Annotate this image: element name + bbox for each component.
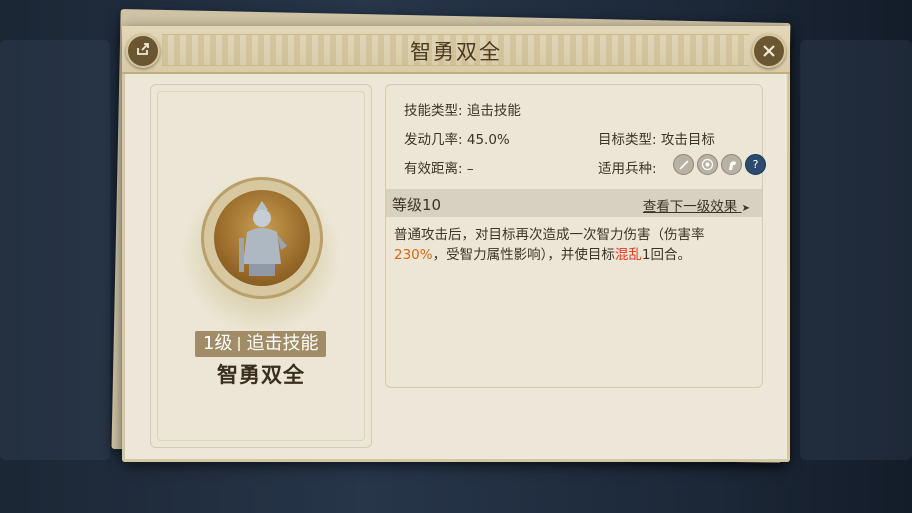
unit-type-icons: ?: [673, 154, 766, 175]
level-bar: 等级10 查看下一级效果 ➤: [386, 189, 762, 217]
description-text-1: 普通攻击后，对目标再次造成一次智力伤害（伤害率: [394, 227, 705, 243]
dialog-title: 智勇双全: [410, 40, 502, 64]
portrait-frame: [201, 177, 323, 299]
share-icon: [135, 41, 151, 62]
target-type-label: 目标类型:: [598, 132, 657, 148]
range-row: 有效距离: –: [404, 157, 474, 177]
skill-level-value: 等级10: [392, 196, 442, 214]
next-level-link[interactable]: 查看下一级效果 ➤: [643, 195, 750, 215]
skill-detail-dialog: 智勇双全 1级 追击技能 智勇双全 技能类型: 追击技能 发动几率: 45.0%…: [122, 26, 790, 462]
skill-type-row: 技能类型: 追击技能: [404, 99, 521, 119]
target-type-value: 攻击目标: [660, 132, 715, 148]
title-bar: 智勇双全: [122, 26, 790, 74]
skill-description: 普通攻击后，对目标再次造成一次智力伤害（伤害率 230%，受智力属性影响），并使…: [394, 225, 734, 265]
horse-icon[interactable]: [721, 154, 742, 175]
skill-info-card: 技能类型: 追击技能 发动几率: 45.0% 目标类型: 攻击目标 有效距离: …: [385, 84, 766, 388]
skill-type-value: 追击技能: [466, 103, 521, 119]
target-type-row: 目标类型: 攻击目标: [598, 128, 715, 148]
level-separator: [238, 337, 241, 351]
status-effect: 混乱: [614, 247, 642, 263]
general-portrait-icon: [214, 190, 310, 286]
skill-portrait-card: 1级 追击技能 智勇双全: [150, 84, 372, 448]
description-text-2: ，受智力属性影响），并使目标: [432, 247, 615, 263]
trigger-rate-value: 45.0%: [466, 132, 510, 148]
unit-type-label: 适用兵种:: [598, 161, 657, 177]
range-value: –: [466, 161, 474, 177]
skill-level: 1级: [203, 333, 233, 354]
damage-rate: 230%: [394, 247, 433, 263]
close-button[interactable]: [752, 34, 786, 68]
arrow-right-icon: ➤: [741, 203, 750, 214]
skill-type-label: 技能类型:: [404, 103, 463, 119]
next-level-label: 查看下一级效果: [642, 199, 738, 215]
share-button[interactable]: [126, 34, 160, 68]
close-icon: [762, 39, 776, 63]
sword-icon[interactable]: [673, 154, 694, 175]
description-text-3: 1回合。: [641, 247, 691, 263]
range-label: 有效距离:: [404, 161, 463, 177]
skill-level-tag: 1级 追击技能: [195, 331, 327, 357]
skill-name: 智勇双全: [217, 363, 305, 387]
skill-type-tag: 追击技能: [246, 333, 319, 354]
help-icon[interactable]: ?: [745, 154, 766, 175]
target-icon[interactable]: [697, 154, 718, 175]
trigger-rate-label: 发动几率:: [404, 132, 463, 148]
trigger-rate-row: 发动几率: 45.0%: [404, 128, 510, 148]
